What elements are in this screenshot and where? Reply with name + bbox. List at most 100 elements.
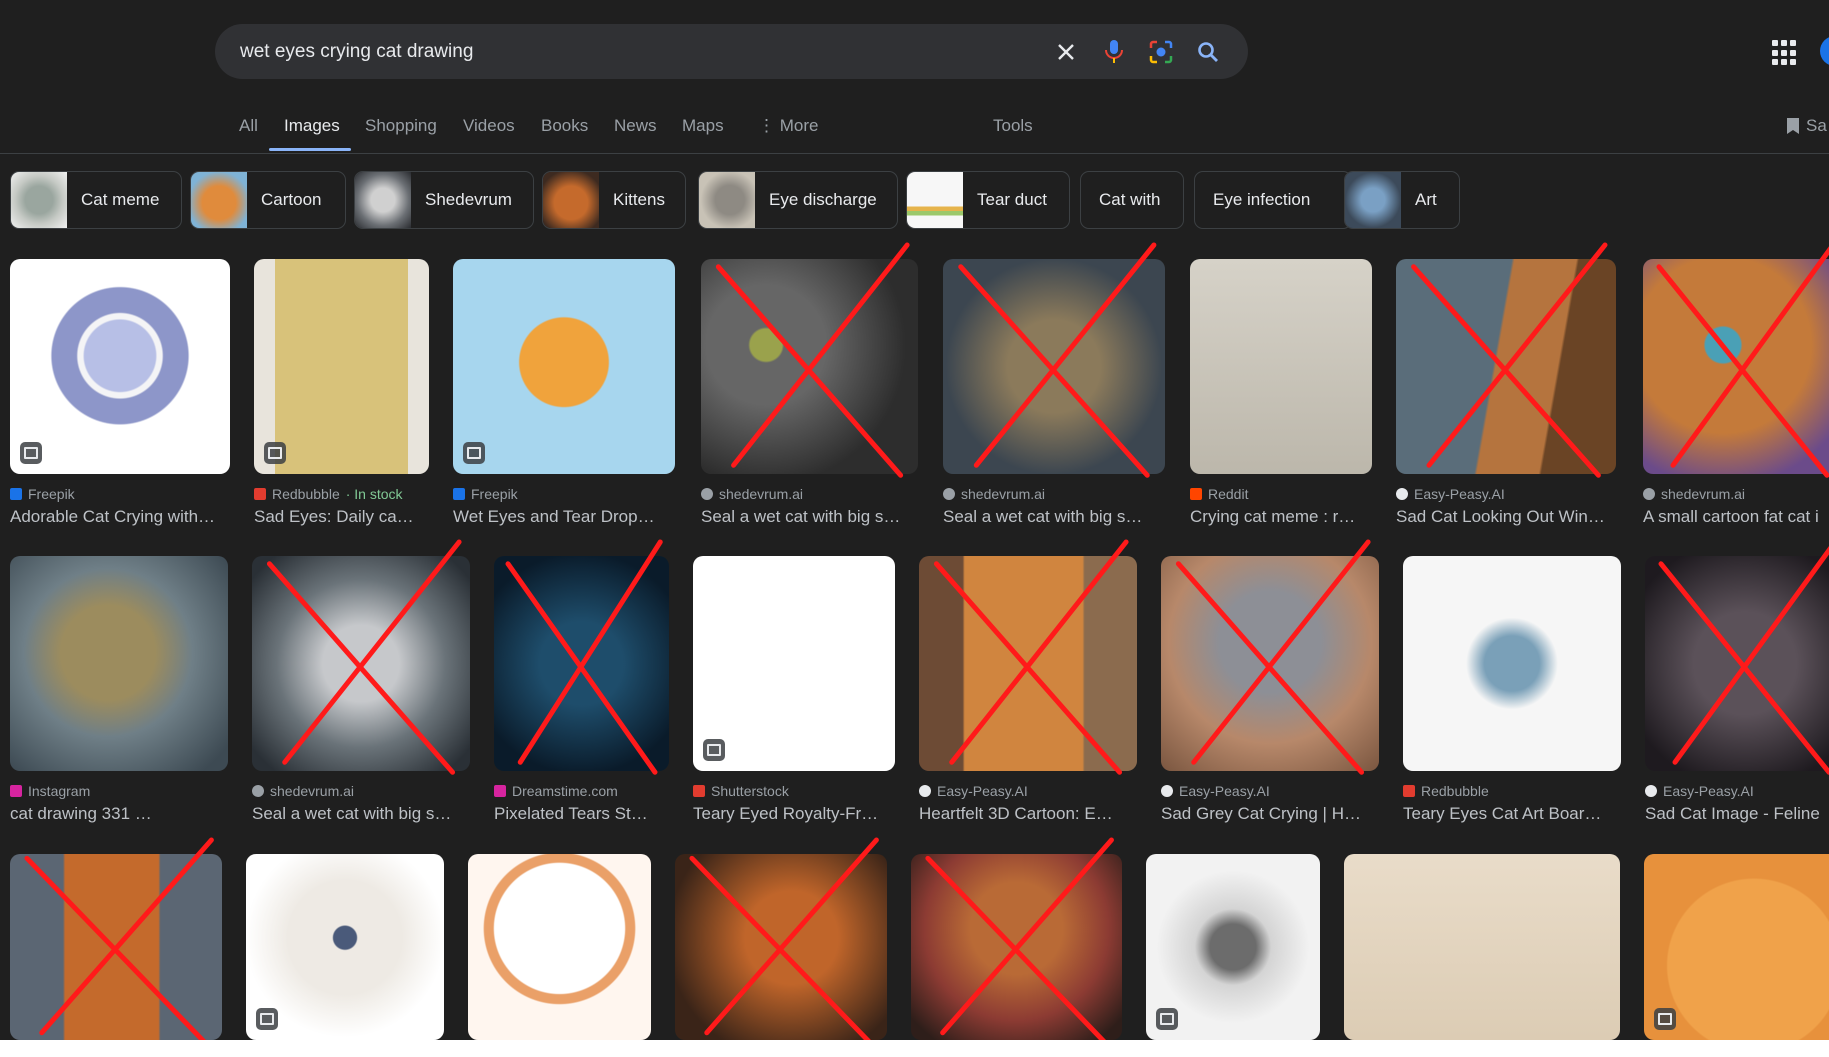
result-source[interactable]: shedevrum.ai — [701, 486, 803, 502]
source-name: shedevrum.ai — [1661, 486, 1746, 502]
result-thumbnail[interactable] — [693, 556, 895, 771]
chip-shedevrum[interactable]: Shedevrum — [354, 171, 534, 229]
image-badge-icon — [1156, 1008, 1178, 1030]
result-thumbnail[interactable] — [1644, 854, 1829, 1040]
result-thumbnail[interactable] — [919, 556, 1137, 771]
result-source[interactable]: Freepik — [10, 486, 75, 502]
microphone-icon[interactable] — [1096, 34, 1132, 70]
apps-grid-icon[interactable] — [1772, 40, 1798, 66]
source-favicon-icon — [1190, 488, 1202, 500]
result-thumbnail[interactable] — [10, 556, 228, 771]
result-title[interactable]: Seal a wet cat with big s… — [252, 804, 466, 824]
result-thumbnail[interactable] — [911, 854, 1122, 1040]
tab-more[interactable]: ⋮ More — [758, 116, 818, 136]
result-source[interactable]: Instagram — [10, 783, 90, 799]
result-title[interactable]: Heartfelt 3D Cartoon: E… — [919, 804, 1133, 824]
source-favicon-icon — [10, 488, 22, 500]
result-source[interactable]: Easy-Peasy.AI — [1396, 486, 1505, 502]
result-title[interactable]: Crying cat meme : r… — [1190, 507, 1368, 527]
result-thumbnail[interactable] — [1161, 556, 1379, 771]
result-source[interactable]: Easy-Peasy.AI — [1645, 783, 1754, 799]
result-title[interactable]: Adorable Cat Crying with… — [10, 507, 226, 527]
result-title[interactable]: Teary Eyed Royalty-Fr… — [693, 804, 891, 824]
result-thumbnail[interactable] — [1403, 556, 1621, 771]
result-thumbnail[interactable] — [1146, 854, 1320, 1040]
divider — [0, 153, 1829, 154]
tab-news[interactable]: News — [614, 116, 657, 136]
result-thumbnail[interactable] — [1645, 556, 1829, 771]
result-thumbnail[interactable] — [1190, 259, 1372, 474]
chip-label: Shedevrum — [425, 190, 512, 209]
result-thumbnail[interactable] — [1643, 259, 1829, 474]
image-badge-icon — [703, 739, 725, 761]
chip-cat-meme[interactable]: Cat meme — [10, 171, 182, 229]
tab-all[interactable]: All — [239, 116, 258, 136]
result-source[interactable]: Redbubble · In stock — [254, 486, 403, 502]
source-favicon-icon — [943, 488, 955, 500]
result-title[interactable]: Sad Cat Image - Feline — [1645, 804, 1829, 824]
result-source[interactable]: shedevrum.ai — [943, 486, 1045, 502]
result-thumbnail[interactable] — [1396, 259, 1616, 474]
result-source[interactable]: Easy-Peasy.AI — [919, 783, 1028, 799]
result-thumbnail[interactable] — [1344, 854, 1620, 1040]
search-icon[interactable] — [1190, 34, 1226, 70]
tab-videos[interactable]: Videos — [463, 116, 515, 136]
chip-thumbnail — [1345, 172, 1401, 228]
result-source[interactable]: shedevrum.ai — [252, 783, 354, 799]
result-thumbnail[interactable] — [701, 259, 918, 474]
chip-thumbnail — [11, 172, 67, 228]
tab-shopping[interactable]: Shopping — [365, 116, 437, 136]
result-source[interactable]: Reddit — [1190, 486, 1248, 502]
result-title[interactable]: Sad Eyes: Daily ca… — [254, 507, 425, 527]
result-thumbnail[interactable] — [453, 259, 675, 474]
result-thumbnail[interactable] — [10, 854, 222, 1040]
source-name: Redbubble — [272, 486, 340, 502]
tab-images[interactable]: Images — [284, 116, 340, 136]
result-title[interactable]: Sad Cat Looking Out Win… — [1396, 507, 1612, 527]
lens-icon[interactable] — [1143, 34, 1179, 70]
result-thumbnail[interactable] — [10, 259, 230, 474]
chip-tear-duct[interactable]: Tear duct — [906, 171, 1070, 229]
result-title[interactable]: A small cartoon fat cat i — [1643, 507, 1829, 527]
result-source[interactable]: Dreamstime.com — [494, 783, 618, 799]
avatar[interactable] — [1820, 36, 1829, 66]
chip-eye-discharge[interactable]: Eye discharge — [698, 171, 898, 229]
result-thumbnail[interactable] — [468, 854, 651, 1040]
source-favicon-icon — [252, 785, 264, 797]
saved-link[interactable]: Sa — [1786, 116, 1827, 136]
result-thumbnail[interactable] — [494, 556, 669, 771]
result-source[interactable]: Shutterstock — [693, 783, 789, 799]
tab-more-label: More — [779, 116, 819, 135]
tools-button[interactable]: Tools — [993, 116, 1033, 136]
result-title[interactable]: Sad Grey Cat Crying | H… — [1161, 804, 1375, 824]
chip-eye-infection[interactable]: Eye infection — [1194, 171, 1352, 229]
result-title[interactable]: Pixelated Tears St… — [494, 804, 665, 824]
search-query[interactable]: wet eyes crying cat drawing — [240, 24, 473, 79]
result-thumbnail[interactable] — [943, 259, 1165, 474]
chip-label: Tear duct — [977, 190, 1047, 209]
result-thumbnail[interactable] — [675, 854, 887, 1040]
tab-books[interactable]: Books — [541, 116, 588, 136]
chip-kittens[interactable]: Kittens — [542, 171, 686, 229]
result-source[interactable]: Redbubble — [1403, 783, 1489, 799]
source-favicon-icon — [1396, 488, 1408, 500]
result-thumbnail[interactable] — [254, 259, 429, 474]
chip-cartoon[interactable]: Cartoon — [190, 171, 346, 229]
chip-cat-with[interactable]: Cat with — [1080, 171, 1184, 229]
chip-label: Cat meme — [81, 190, 160, 209]
result-title[interactable]: cat drawing 331 … — [10, 804, 224, 824]
result-source[interactable]: Easy-Peasy.AI — [1161, 783, 1270, 799]
source-name: shedevrum.ai — [719, 486, 804, 502]
search-box[interactable]: wet eyes crying cat drawing — [215, 24, 1248, 79]
result-source[interactable]: Freepik — [453, 486, 518, 502]
result-title[interactable]: Seal a wet cat with big s… — [943, 507, 1161, 527]
tab-maps[interactable]: Maps — [682, 116, 724, 136]
result-thumbnail[interactable] — [246, 854, 444, 1040]
result-thumbnail[interactable] — [252, 556, 470, 771]
chip-art[interactable]: Art — [1344, 171, 1460, 229]
clear-icon[interactable] — [1048, 34, 1084, 70]
result-title[interactable]: Seal a wet cat with big s… — [701, 507, 914, 527]
result-source[interactable]: shedevrum.ai — [1643, 486, 1745, 502]
result-title[interactable]: Wet Eyes and Tear Drop… — [453, 507, 671, 527]
result-title[interactable]: Teary Eyes Cat Art Boar… — [1403, 804, 1617, 824]
